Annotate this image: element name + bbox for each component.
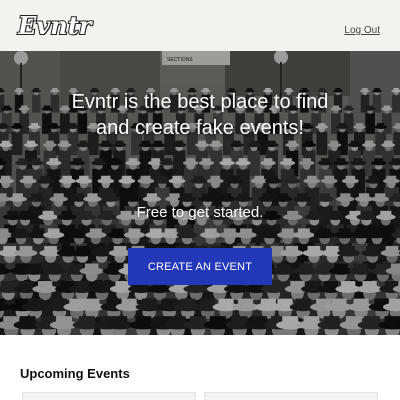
top-navbar: Evntr Log Out — [0, 0, 400, 51]
hero-headline: Evntr is the best place to find and crea… — [71, 91, 329, 139]
create-event-button[interactable]: CREATE AN EVENT — [128, 248, 272, 285]
hero-banner: SECTIONS Evntr is the best place to find… — [0, 51, 400, 335]
evntr-logo[interactable]: Evntr — [17, 10, 92, 41]
upcoming-events-section: Upcoming Events — [0, 335, 400, 400]
hero-subheadline: Free to get started. — [136, 204, 264, 221]
event-card[interactable] — [204, 392, 378, 400]
event-card[interactable] — [22, 392, 196, 400]
logout-link[interactable]: Log Out — [344, 25, 380, 36]
upcoming-events-title: Upcoming Events — [20, 366, 130, 381]
